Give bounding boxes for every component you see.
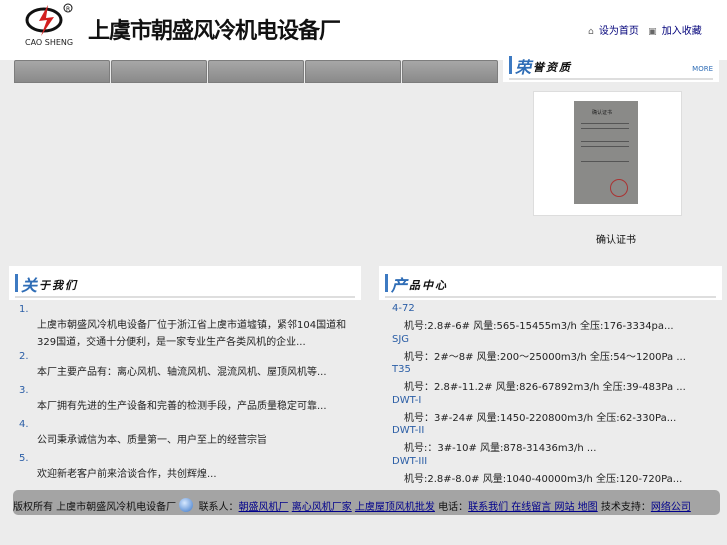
footer: 版权所有 上虞市朝盛风冷机电设备厂 联系人：朝盛风机厂 离心风机厂家 上虞屋顶风… <box>13 490 720 515</box>
item-text[interactable]: 本厂主要产品有：离心风机、轴流风机、混流风机、屋顶风机等... <box>37 364 361 381</box>
footer-link[interactable]: 离心风机厂家 <box>292 502 352 513</box>
product-spec: 机号:2.8#-8.0# 风量:1040-40000m3/h 全压:120-72… <box>404 473 683 485</box>
set-homepage-link[interactable]: 设为首页 <box>599 26 639 37</box>
item-number: 5. <box>19 453 29 464</box>
main-nav <box>14 60 498 83</box>
logo[interactable]: R 上虞市朝盛风冷机电设备厂 CAO SHENG <box>0 0 352 48</box>
list-item[interactable]: 5. 欢迎新老客户前来洽谈合作，共创辉煌... <box>19 453 359 487</box>
products-title-rest: 品中心 <box>409 279 448 292</box>
certificate-document: 确认证书 <box>574 101 638 204</box>
item-text[interactable]: 欢迎新老客户前来洽谈合作，共创辉煌... <box>37 466 361 483</box>
product-name[interactable]: DWT-II <box>392 425 424 436</box>
nav-item-4[interactable] <box>305 60 401 83</box>
about-title-first: 关 <box>21 276 38 295</box>
stamp-icon <box>610 179 628 197</box>
product-name[interactable]: DWT-III <box>392 456 427 467</box>
footer-link[interactable]: 上虞屋顶风机批发 <box>355 502 435 513</box>
divider <box>15 296 355 298</box>
footer-label: 联系人： <box>198 502 239 513</box>
about-panel-title: 关 于我们 <box>9 266 361 300</box>
product-item[interactable]: SJG 机号：2#～8# 风量:200～25000m3/h 全压:54～1200… <box>392 334 722 365</box>
add-favorite-link[interactable]: 加入收藏 <box>662 26 702 37</box>
footer-link[interactable]: 网络公司 <box>651 502 691 513</box>
title-bar <box>509 56 512 74</box>
nav-item-3[interactable] <box>208 60 304 83</box>
home-icon: ⌂ <box>588 27 594 37</box>
product-item[interactable]: 4-72 机号:2.8#-6# 风量:565-15455m3/h 全压:176-… <box>392 303 722 334</box>
product-item[interactable]: DWT-I 机号：3#-24# 风量:1450-220800m3/h 全压:62… <box>392 395 722 426</box>
product-name[interactable]: SJG <box>392 334 409 345</box>
nav-item-2[interactable] <box>111 60 207 83</box>
products-title-first: 产 <box>391 276 408 295</box>
list-item[interactable]: 3. 本厂拥有先进的生产设备和完善的检测手段，产品质量稳定可靠... <box>19 385 359 419</box>
certificate-caption[interactable]: 确认证书 <box>596 231 636 246</box>
honor-panel-title: 荣 誉资质 MORE <box>503 48 719 82</box>
products-panel-title: 产 品中心 <box>379 266 722 300</box>
product-name[interactable]: DWT-I <box>392 395 421 406</box>
about-title-rest: 于我们 <box>39 279 78 292</box>
company-name: 上虞市朝盛风冷机电设备厂 <box>88 18 341 44</box>
save-icon: ▣ <box>648 27 657 37</box>
footer-label: 技术支持： <box>600 502 651 513</box>
nav-item-5[interactable] <box>402 60 498 83</box>
item-text[interactable]: 公司秉承诚信为本、质量第一、用户至上的经营宗旨 <box>37 432 361 449</box>
about-list: 1. 上虞市朝盛风冷机电设备厂位于浙江省上虞市道墟镇，紧邻104国道和329国道… <box>19 304 359 487</box>
svg-text:R: R <box>66 6 70 13</box>
top-links: ⌂ 设为首页 ▣ 加入收藏 <box>588 22 708 37</box>
divider <box>385 296 716 298</box>
product-item[interactable]: DWT-III 机号:2.8#-8.0# 风量:1040-40000m3/h 全… <box>392 456 722 487</box>
lightning-logo-icon: R <box>25 3 73 36</box>
footer-label: 电话： <box>438 502 469 513</box>
honor-title-first: 荣 <box>515 58 532 77</box>
footer-text: 版权所有 上虞市朝盛风冷机电设备厂 联系人：朝盛风机厂 离心风机厂家 上虞屋顶风… <box>13 498 691 513</box>
item-text[interactable]: 本厂拥有先进的生产设备和完善的检测手段，产品质量稳定可靠... <box>37 398 361 415</box>
item-number: 2. <box>19 351 29 362</box>
item-number: 1. <box>19 304 29 315</box>
title-bar <box>15 274 18 292</box>
item-number: 3. <box>19 385 29 396</box>
globe-icon <box>179 498 194 512</box>
product-name[interactable]: 4-72 <box>392 303 415 314</box>
list-item[interactable]: 1. 上虞市朝盛风冷机电设备厂位于浙江省上虞市道墟镇，紧邻104国道和329国道… <box>19 304 359 351</box>
divider <box>509 78 713 80</box>
footer-link[interactable]: 联系我们 在线留言 网站 地图 <box>468 502 598 513</box>
product-list: 4-72 机号:2.8#-6# 风量:565-15455m3/h 全压:176-… <box>392 303 722 486</box>
product-spec: 机号:2.8#-6# 风量:565-15455m3/h 全压:176-3334p… <box>404 321 674 332</box>
certificate-image[interactable]: 确认证书 <box>533 91 682 216</box>
item-number: 4. <box>19 419 29 430</box>
footer-link[interactable]: 朝盛风机厂 <box>239 502 289 513</box>
honor-title-rest: 誉资质 <box>533 61 572 74</box>
product-spec: 机号：3#-24# 风量:1450-220800m3/h 全压:62-330Pa… <box>404 412 677 424</box>
list-item[interactable]: 2. 本厂主要产品有：离心风机、轴流风机、混流风机、屋顶风机等... <box>19 351 359 385</box>
certificate-doc-title: 确认证书 <box>592 110 613 116</box>
nav-item-1[interactable] <box>14 60 110 83</box>
product-name[interactable]: T35 <box>392 364 411 375</box>
product-item[interactable]: T35 机号：2.8#-11.2# 风量:826-67892m3/h 全压:39… <box>392 364 722 395</box>
list-item[interactable]: 4. 公司秉承诚信为本、质量第一、用户至上的经营宗旨 <box>19 419 359 453</box>
item-text[interactable]: 上虞市朝盛风冷机电设备厂位于浙江省上虞市道墟镇，紧邻104国道和329国道，交通… <box>37 317 361 351</box>
product-spec: 机号:：3#-10# 风量:878-31436m3/h ... <box>404 443 597 454</box>
more-link[interactable]: MORE <box>692 65 713 73</box>
product-item[interactable]: DWT-II 机号:：3#-10# 风量:878-31436m3/h ... <box>392 425 722 456</box>
product-spec: 机号：2.8#-11.2# 风量:826-67892m3/h 全压:39-483… <box>404 382 686 393</box>
product-spec: 机号：2#～8# 风量:200～25000m3/h 全压:54～1200Pa .… <box>404 351 686 363</box>
title-bar <box>385 274 388 292</box>
company-name-en: CAO SHENG <box>25 38 74 47</box>
copyright-text: 版权所有 上虞市朝盛风冷机电设备厂 <box>13 502 177 513</box>
